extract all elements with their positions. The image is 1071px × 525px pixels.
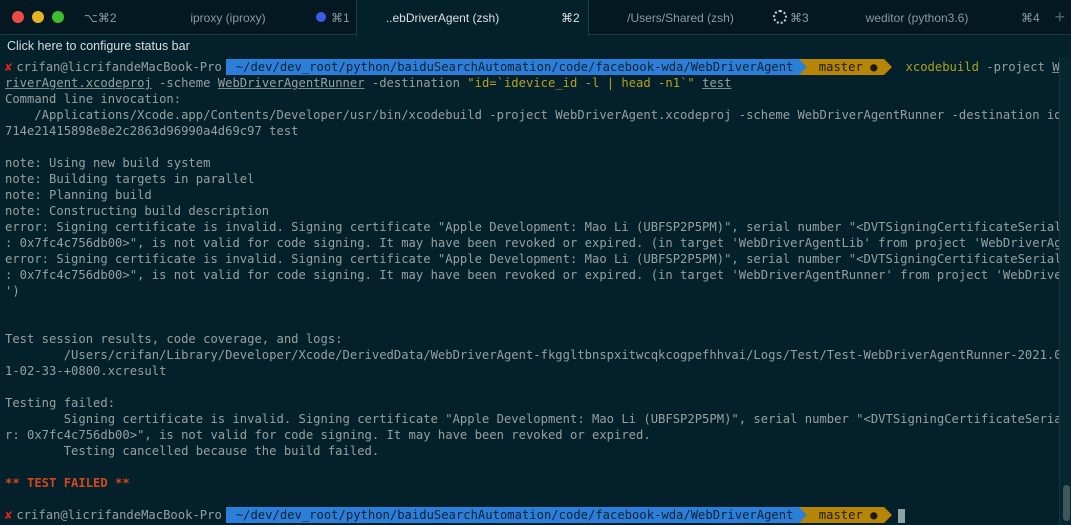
command-arg-scheme: WebDriverAgentRunner [217,76,365,90]
output-line: /Users/crifan/Library/Developer/Xcode/De… [5,348,1071,362]
new-tab-button[interactable]: + [1054,7,1065,28]
error-status-icon: ✘ [5,60,13,74]
command-arg: -destination [364,76,468,90]
status-bar-text[interactable]: Click here to configure status bar [7,39,190,53]
output-line: 714e21415898e8e2c2863d96990a4d69c97 test [5,124,299,138]
output-line: /Applications/Xcode.app/Contents/Develop… [5,108,1071,122]
output-line: ') [5,284,20,298]
tab-users-shared[interactable]: /Users/Shared (zsh) ⌘3 [589,0,822,35]
tab-shortcut: ⌘3 [790,11,809,25]
powerline-arrow-icon [799,59,808,75]
zoom-window-button[interactable] [52,11,64,23]
output-line: Signing certificate is invalid. Signing … [5,412,1071,426]
output-line: note: Using new build system [5,156,211,170]
test-failed-banner: ** TEST FAILED ** [5,476,130,490]
status-bar[interactable]: Click here to configure status bar [0,36,1071,57]
git-branch-name: master [818,60,863,74]
prompt-path-text: ~/dev/dev_root/python/baiduSearchAutomat… [235,60,794,74]
powerline-arrow-icon [883,59,892,75]
tab-shortcut: ⌘1 [331,11,350,25]
output-line: error: Signing certificate is invalid. S… [5,220,1071,234]
tab-bar: ⌥⌘2 iproxy (iproxy) ⌘1 ..ebDriverAgent (… [0,0,1071,36]
command-name: xcodebuild [905,60,979,74]
prompt-line: ✘ crifan@licrifandeMacBook-Pro ~/dev/dev_r… [0,59,1071,75]
minimize-window-button[interactable] [32,11,44,23]
powerline-arrow-icon [799,507,808,523]
tab-title: ..ebDriverAgent (zsh) [385,11,500,25]
terminal-output[interactable]: ✘ crifan@licrifandeMacBook-Pro ~/dev/dev_r… [0,59,1071,525]
command-arg-test: test [702,76,732,90]
command-arg: -project [978,60,1053,74]
text-cursor[interactable] [897,508,905,523]
output-line: : 0x7fc4c756db00>", is not valid for cod… [5,268,1071,282]
command-string: `" [680,76,695,90]
command-subshell: idevice_id -l | [503,76,622,90]
command-arg-project: riverAgent.xcodeproj [5,76,152,90]
error-status-icon: ✘ [5,508,13,522]
output-line: error: Signing certificate is invalid. S… [5,252,1071,266]
prompt-line[interactable]: ✘ crifan@licrifandeMacBook-Pro ~/dev/dev_r… [0,507,1059,523]
command-arg: -scheme [151,76,218,90]
output-line: : 0x7fc4c756db00>", is not valid for cod… [5,236,1071,250]
tab-shortcut: ⌘2 [561,11,580,25]
output-line: note: Building targets in parallel [5,172,255,186]
output-line: Testing cancelled because the build fail… [5,444,380,458]
command-string: "id=` [467,76,504,90]
git-dirty-icon: ● [870,60,878,74]
tab-weditor[interactable]: weditor (python3.6) ⌘4 [822,0,1052,35]
prompt-path-text: ~/dev/dev_root/python/baiduSearchAutomat… [235,508,794,522]
git-dirty-icon: ● [870,508,878,522]
loading-spinner-icon [773,10,787,24]
output-line: r: 0x7fc4c756db00>", is not valid for co… [5,428,651,442]
tab-webdriveragent[interactable]: ..ebDriverAgent (zsh) ⌘2 [356,0,589,36]
prompt-path: ~/dev/dev_root/python/baiduSearchAutomat… [225,507,808,523]
command-space [695,76,702,90]
command-continuation: riverAgent.xcodeproj -scheme WebDriverAg… [0,75,1059,91]
powerline-arrow-icon [883,507,892,523]
prompt-user-host: crifan@licrifandeMacBook-Pro [16,508,222,522]
output-line: Command line invocation: [5,92,182,106]
output-line: note: Constructing build description [5,204,270,218]
prompt-path: ~/dev/dev_root/python/baiduSearchAutomat… [225,59,808,75]
command-subshell-head: head -n1 [621,76,681,90]
close-window-button[interactable] [12,11,24,23]
activity-dot-icon [316,12,326,22]
output-line: 1-02-33-+0800.xcresult [5,364,167,378]
output-line: note: Planning build [5,188,152,202]
git-branch-name: master [818,508,863,522]
tab-iproxy[interactable]: iproxy (iproxy) ⌘1 [100,0,356,35]
tab-shortcut: ⌘4 [1021,11,1040,25]
scrollbar-thumb[interactable] [1063,485,1070,521]
output-line: Testing failed: [5,396,116,410]
prompt-user-host: crifan@licrifandeMacBook-Pro [16,60,222,74]
tab-title: weditor (python3.6) [865,11,969,25]
prompt-git-branch: master ● [799,507,892,523]
tab-title: /Users/Shared (zsh) [627,11,734,25]
prompt-git-branch: master ● [799,59,892,75]
terminal-scrollbar[interactable] [1059,57,1071,525]
output-line: Test session results, code coverage, and… [5,332,343,346]
